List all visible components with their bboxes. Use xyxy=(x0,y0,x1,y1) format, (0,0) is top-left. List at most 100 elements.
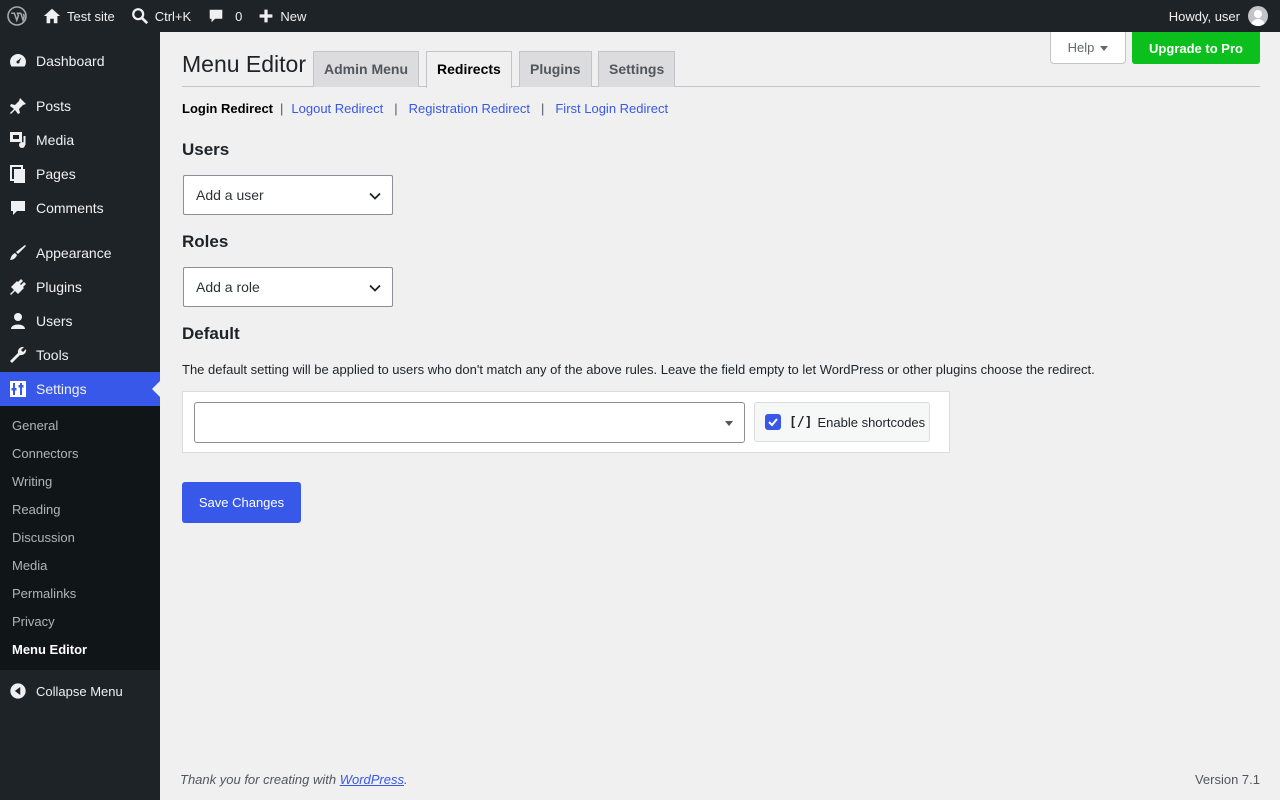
sidebar-item-label: Users xyxy=(36,313,73,329)
submenu-reading[interactable]: Reading xyxy=(0,496,160,524)
admin-bar: Test site Ctrl+K 0 New Howdy, user xyxy=(0,0,1280,32)
page-title: Menu Editor xyxy=(182,51,307,77)
submenu-connectors[interactable]: Connectors xyxy=(0,440,160,468)
sidebar-item-pages[interactable]: Pages xyxy=(0,157,160,191)
submenu-permalinks[interactable]: Permalinks xyxy=(0,580,160,608)
sidebar-item-comments[interactable]: Comments xyxy=(0,191,160,225)
admin-sidebar: Dashboard Posts Media Pages Comments App… xyxy=(0,32,160,800)
sidebar-item-plugins[interactable]: Plugins xyxy=(0,270,160,304)
default-redirect-row: [/] Enable shortcodes xyxy=(182,391,950,453)
sidebar-item-label: Settings xyxy=(36,381,87,397)
sidebar-item-label: Pages xyxy=(36,166,76,182)
sidebar-item-label: Appearance xyxy=(36,245,112,261)
footer-thanks-prefix: Thank you for creating with xyxy=(180,772,340,787)
add-role-select-value: Add a role xyxy=(196,279,260,295)
subnav-first-login-redirect[interactable]: First Login Redirect xyxy=(555,101,668,116)
sidebar-item-users[interactable]: Users xyxy=(0,304,160,338)
tab-plugins[interactable]: Plugins xyxy=(519,51,592,87)
checkmark-icon xyxy=(768,418,778,427)
wordpress-link[interactable]: WordPress xyxy=(340,772,404,787)
submenu-media[interactable]: Media xyxy=(0,552,160,580)
default-description: The default setting will be applied to u… xyxy=(182,362,1095,377)
subnav-login-redirect[interactable]: Login Redirect xyxy=(182,101,273,116)
home-icon xyxy=(43,8,61,24)
comment-icon xyxy=(8,198,28,218)
dashboard-icon xyxy=(8,51,28,71)
sidebar-item-label: Tools xyxy=(36,347,69,363)
subnav-logout-redirect[interactable]: Logout Redirect xyxy=(291,101,383,116)
enable-shortcodes-label: Enable shortcodes xyxy=(817,414,926,430)
submenu-menu-editor[interactable]: Menu Editor xyxy=(0,636,160,664)
wp-logo-menu[interactable] xyxy=(0,0,35,32)
sidebar-item-dashboard[interactable]: Dashboard xyxy=(0,44,160,78)
save-changes-button[interactable]: Save Changes xyxy=(182,482,301,523)
comments-count: 0 xyxy=(235,8,243,24)
shortcode-icon: [/] xyxy=(789,414,813,430)
enable-shortcodes-toggle[interactable]: [/] Enable shortcodes xyxy=(754,402,930,442)
tab-settings[interactable]: Settings xyxy=(598,51,676,87)
help-label: Help xyxy=(1067,40,1095,55)
add-user-select[interactable]: Add a user xyxy=(183,175,393,215)
subnav-registration-redirect[interactable]: Registration Redirect xyxy=(409,101,530,116)
footer-thanks: Thank you for creating with WordPress. xyxy=(180,772,408,787)
redirect-type-nav: Login Redirect | Logout Redirect | Regis… xyxy=(182,101,668,116)
help-button[interactable]: Help xyxy=(1050,32,1126,64)
wrench-icon xyxy=(8,345,28,365)
default-heading: Default xyxy=(182,324,240,343)
avatar xyxy=(1248,6,1268,26)
caret-down-icon[interactable] xyxy=(725,421,733,430)
collapse-icon xyxy=(8,681,28,701)
plus-icon xyxy=(260,9,273,23)
sidebar-item-label: Plugins xyxy=(36,279,82,295)
roles-heading: Roles xyxy=(182,232,229,251)
footer-thanks-suffix: . xyxy=(404,772,408,787)
submenu-writing[interactable]: Writing xyxy=(0,468,160,496)
add-user-select-value: Add a user xyxy=(196,187,264,203)
submenu-privacy[interactable]: Privacy xyxy=(0,608,160,636)
my-account-menu[interactable]: Howdy, user xyxy=(1161,0,1280,32)
settings-icon xyxy=(8,379,28,399)
tab-redirects[interactable]: Redirects xyxy=(426,51,512,88)
sidebar-item-posts[interactable]: Posts xyxy=(0,89,160,123)
pages-icon xyxy=(8,164,28,184)
users-heading: Users xyxy=(182,140,230,159)
sidebar-item-media[interactable]: Media xyxy=(0,123,160,157)
new-label: New xyxy=(280,8,307,24)
site-name-link[interactable]: Test site xyxy=(35,0,123,32)
new-content-menu[interactable]: New xyxy=(250,0,314,32)
user-icon xyxy=(8,311,28,331)
subnav-separator: | xyxy=(280,101,284,116)
add-role-select[interactable]: Add a role xyxy=(183,267,393,307)
collapse-label: Collapse Menu xyxy=(36,683,123,699)
howdy-text: Howdy, user xyxy=(1168,8,1240,24)
wordpress-logo-icon xyxy=(7,6,27,26)
sidebar-item-appearance[interactable]: Appearance xyxy=(0,236,160,270)
chevron-down-icon xyxy=(369,284,381,292)
footer-version: Version 7.1 xyxy=(1194,772,1260,787)
submenu-general[interactable]: General xyxy=(0,412,160,440)
tab-admin-menu[interactable]: Admin Menu xyxy=(313,51,419,87)
comments-link[interactable]: 0 xyxy=(199,0,250,32)
sidebar-item-tools[interactable]: Tools xyxy=(0,338,160,372)
collapse-menu-button[interactable]: Collapse Menu xyxy=(0,674,160,708)
sidebar-item-label: Comments xyxy=(36,200,104,216)
default-redirect-url-input[interactable] xyxy=(194,402,745,443)
sidebar-item-settings[interactable]: Settings xyxy=(0,372,160,406)
subnav-separator: | xyxy=(394,101,398,116)
search-icon xyxy=(131,8,148,25)
enable-shortcodes-checkbox[interactable] xyxy=(765,414,781,430)
site-name: Test site xyxy=(67,8,115,24)
chevron-down-icon xyxy=(369,192,381,200)
plug-icon xyxy=(8,277,28,297)
subnav-separator: | xyxy=(540,101,545,116)
pin-icon xyxy=(8,96,28,116)
search-shortcut: Ctrl+K xyxy=(154,8,192,24)
upgrade-to-pro-button[interactable]: Upgrade to Pro xyxy=(1132,32,1260,64)
command-palette-button[interactable]: Ctrl+K xyxy=(123,0,199,32)
sidebar-item-label: Media xyxy=(36,132,75,148)
sidebar-item-label: Posts xyxy=(36,98,72,114)
media-icon xyxy=(8,130,28,150)
caret-down-icon xyxy=(1100,45,1109,55)
submenu-discussion[interactable]: Discussion xyxy=(0,524,160,552)
sidebar-item-label: Dashboard xyxy=(36,53,105,69)
